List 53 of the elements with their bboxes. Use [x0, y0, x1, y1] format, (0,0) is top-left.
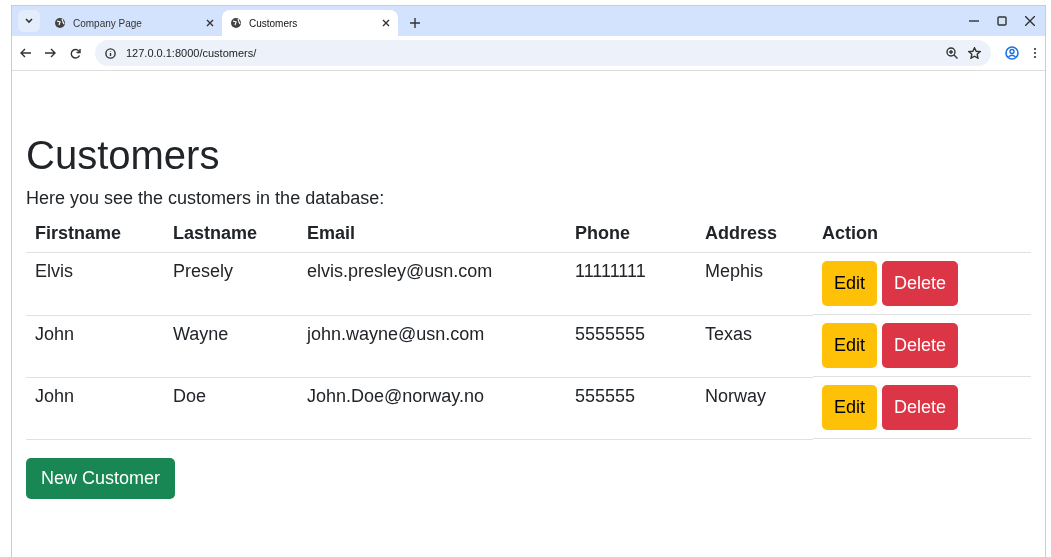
url-text: 127.0.0.1:8000/customers/: [126, 47, 258, 59]
table-cell: John.Doe@norway.no: [298, 377, 566, 439]
globe-icon: [230, 17, 242, 29]
tab-list-button[interactable]: [18, 10, 40, 32]
browser-tab[interactable]: Customers: [222, 10, 398, 36]
forward-arrow-icon[interactable]: [45, 48, 56, 58]
column-header: Email: [298, 215, 566, 253]
table-cell: Doe: [164, 377, 298, 439]
intro-text: Here you see the customers in the database:: [26, 188, 386, 209]
delete-button[interactable]: Delete: [882, 323, 959, 368]
new-customer-button[interactable]: New Customer: [26, 457, 176, 499]
table-cell: John: [26, 315, 164, 377]
table-cell: elvis.presley@usn.com: [298, 252, 566, 315]
column-header: Firstname: [26, 215, 164, 253]
close-icon[interactable]: [1025, 16, 1035, 26]
profile-icon[interactable]: [1005, 46, 1019, 60]
column-header: Phone: [566, 215, 696, 253]
globe-icon: [54, 17, 66, 29]
edit-button[interactable]: Edit: [822, 323, 878, 368]
new-tab-icon[interactable]: [410, 18, 420, 28]
tab-title: Company Page: [73, 17, 143, 29]
tab-title: Customers: [249, 17, 299, 29]
more-menu-icon[interactable]: [1033, 47, 1037, 59]
star-icon[interactable]: [968, 47, 981, 59]
reload-icon[interactable]: [70, 47, 81, 59]
table-cell: 11111111: [566, 252, 696, 315]
close-icon[interactable]: [206, 19, 214, 27]
column-header: Lastname: [164, 215, 298, 253]
table-cell: 555555: [566, 377, 696, 439]
column-header: Address: [696, 215, 813, 253]
browser-tab[interactable]: Company Page: [46, 10, 222, 36]
table-cell: Mephis: [696, 252, 813, 315]
edit-button[interactable]: Edit: [822, 385, 878, 430]
table-cell: Elvis: [26, 252, 164, 315]
table-cell: 5555555: [566, 315, 696, 377]
chevron-down-icon: [24, 18, 34, 24]
zoom-icon[interactable]: [946, 47, 958, 59]
table-cell: john.wayne@usn.com: [298, 315, 566, 377]
table-cell: Wayne: [164, 315, 298, 377]
close-icon[interactable]: [382, 19, 390, 27]
address-bar[interactable]: 127.0.0.1:8000/customers/: [95, 40, 991, 66]
delete-button[interactable]: Delete: [882, 385, 959, 430]
info-icon: [105, 47, 116, 59]
table-cell: John: [26, 377, 164, 439]
edit-button[interactable]: Edit: [822, 261, 878, 306]
page-heading: Customers: [26, 133, 221, 178]
delete-button[interactable]: Delete: [882, 261, 959, 306]
back-arrow-icon[interactable]: [20, 48, 31, 58]
table-cell: Texas: [696, 315, 813, 377]
column-header: Action: [813, 215, 1031, 253]
table-cell: Presely: [164, 252, 298, 315]
table-cell: Norway: [696, 377, 813, 439]
maximize-icon[interactable]: [997, 16, 1007, 26]
